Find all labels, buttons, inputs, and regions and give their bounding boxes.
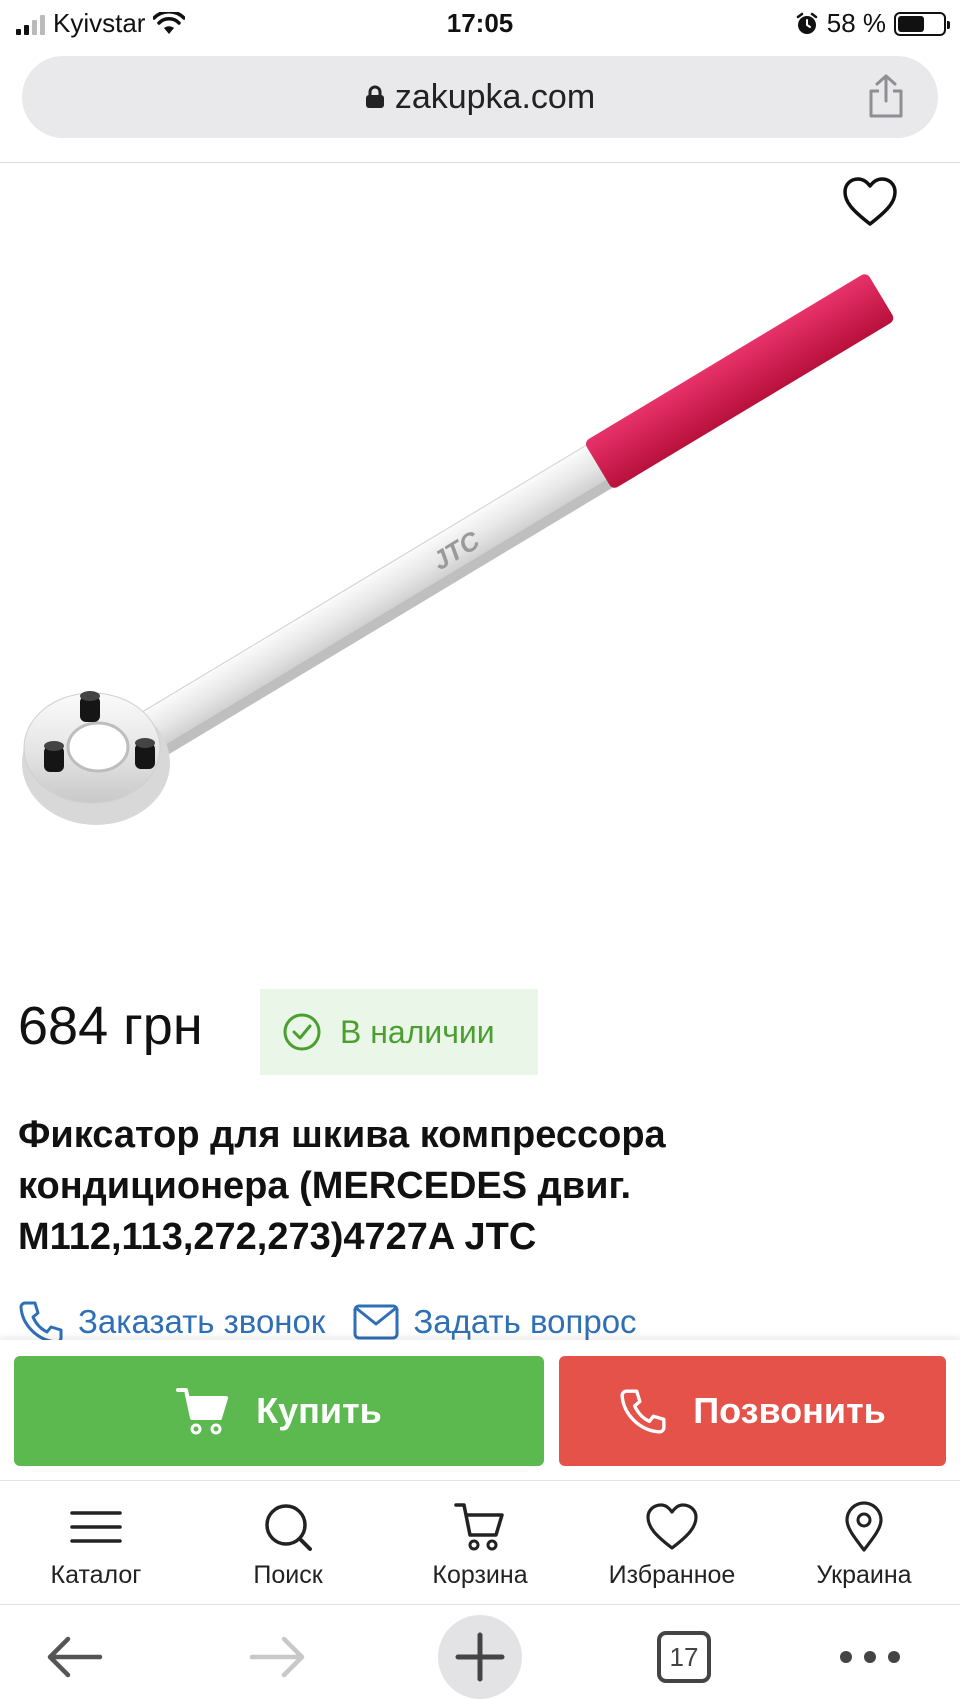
nav-favorites[interactable]: Избранное [576, 1481, 768, 1604]
phone-icon [620, 1389, 666, 1434]
cart-icon [454, 1503, 504, 1551]
contact-links: Заказать звонок Задать вопрос [18, 1298, 665, 1346]
order-call-link[interactable]: Заказать звонок [18, 1300, 325, 1344]
arrow-right-icon [249, 1636, 305, 1678]
buy-button[interactable]: Купить [14, 1356, 544, 1466]
lock-icon [365, 85, 384, 108]
location-pin-icon [845, 1501, 883, 1552]
forward-button[interactable] [246, 1625, 310, 1689]
nav-search-label: Поиск [253, 1561, 323, 1589]
phone-icon [19, 1301, 63, 1344]
product-title: Фиксатор для шкива компрессора кондицион… [18, 1114, 666, 1258]
url-text: zakupka.com [394, 77, 596, 116]
cart-icon [176, 1388, 229, 1435]
status-bar: Kyivstar 17:05 58 % [0, 0, 960, 50]
address-bar[interactable]: zakupka.com [22, 56, 938, 138]
tabs-button[interactable]: 17 [654, 1625, 714, 1689]
more-dots-icon [840, 1651, 900, 1663]
nav-cart[interactable]: Корзина [384, 1481, 576, 1604]
product-image[interactable]: JTC [0, 163, 960, 953]
nav-favorites-label: Избранное [608, 1561, 736, 1589]
order-call-label: Заказать звонок [78, 1303, 326, 1340]
menu-icon [70, 1511, 122, 1543]
search-icon [265, 1504, 312, 1551]
call-button[interactable]: Позвонить [559, 1356, 946, 1466]
ask-question-link[interactable]: Задать вопрос [353, 1303, 637, 1341]
bottom-nav: Каталог Поиск Корзина Избранное Украина [0, 1480, 960, 1604]
battery-icon [894, 11, 950, 36]
call-label: Позвонить [693, 1390, 886, 1431]
mail-icon [353, 1304, 399, 1340]
browser-toolbar: 17 [0, 1604, 960, 1707]
status-right: 58 % [795, 8, 950, 39]
nav-region-label: Украина [816, 1561, 912, 1589]
alarm-icon [796, 12, 817, 34]
wrench-illustration: JTC [22, 274, 894, 825]
back-button[interactable] [42, 1625, 106, 1689]
share-icon[interactable] [866, 73, 906, 119]
favorite-heart-icon[interactable] [842, 176, 898, 228]
tab-count: 17 [657, 1631, 711, 1683]
availability-badge: В наличии [260, 989, 538, 1075]
new-tab-button[interactable] [438, 1615, 522, 1699]
heart-icon [646, 1503, 698, 1550]
more-button[interactable] [836, 1625, 904, 1689]
nav-catalog-label: Каталог [50, 1561, 142, 1589]
action-bar: Купить Позвонить [0, 1340, 960, 1480]
plus-icon [455, 1632, 505, 1682]
ask-question-label: Задать вопрос [413, 1303, 637, 1340]
nav-search[interactable]: Поиск [192, 1481, 384, 1604]
battery-percent: 58 % [826, 8, 886, 38]
arrow-left-icon [47, 1636, 103, 1678]
check-circle-icon [283, 1013, 321, 1051]
buy-label: Купить [256, 1390, 382, 1431]
nav-region[interactable]: Украина [768, 1481, 960, 1604]
nav-cart-label: Корзина [432, 1561, 528, 1589]
product-price: 684 грн [18, 996, 203, 1056]
availability-text: В наличии [340, 1013, 495, 1050]
nav-catalog[interactable]: Каталог [0, 1481, 192, 1604]
